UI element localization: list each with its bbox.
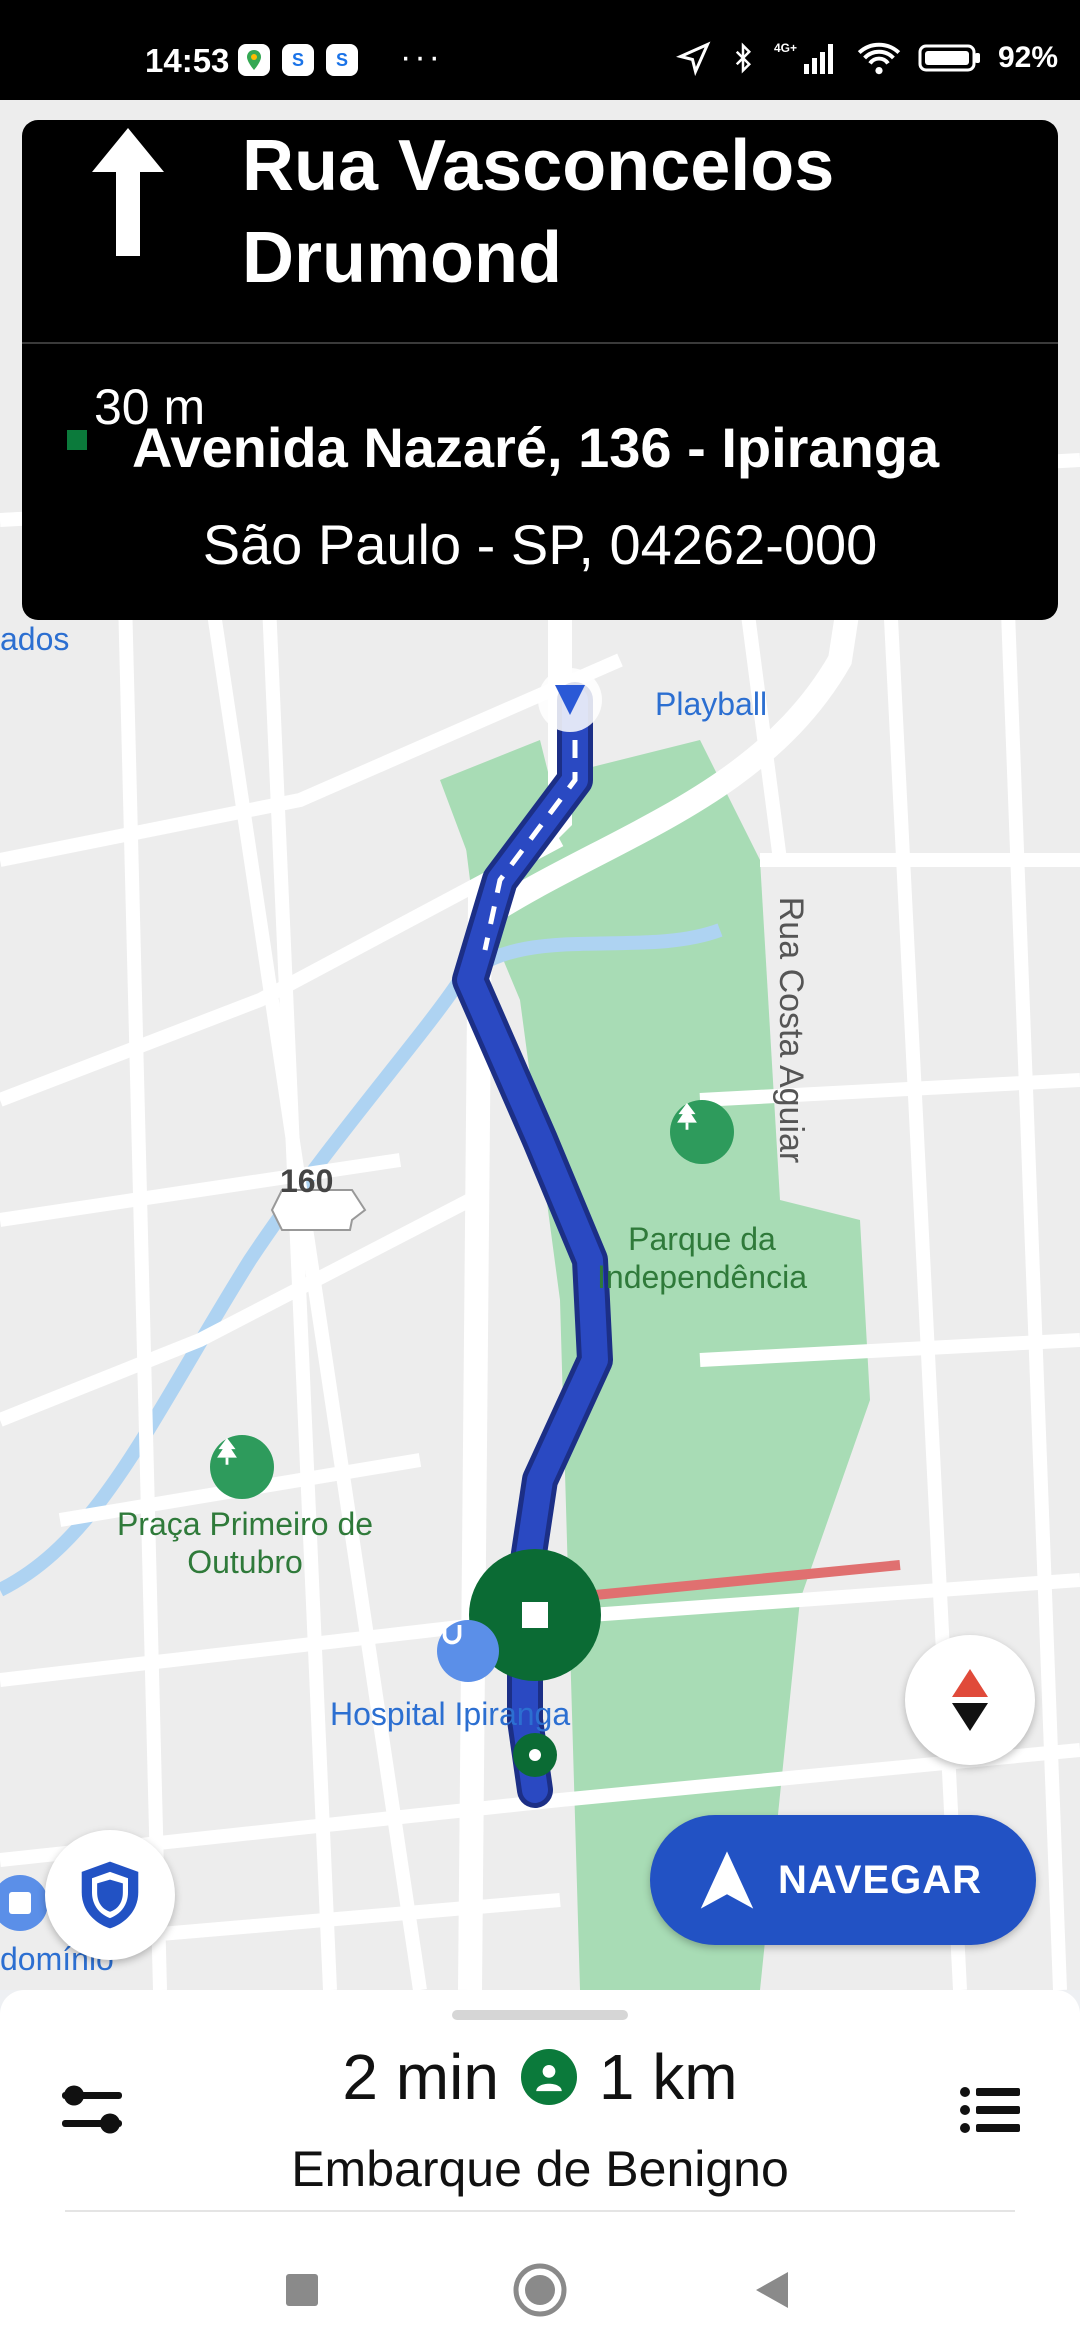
tree-icon: [217, 1437, 237, 1465]
wifi-icon: [857, 42, 901, 75]
signal-icon: 4G+: [774, 41, 833, 74]
square-icon: [286, 2274, 318, 2306]
home-button[interactable]: [500, 2250, 580, 2330]
system-status-icons: 4G+ 92%: [675, 40, 1058, 76]
trip-time: 2 min: [342, 2041, 499, 2113]
maps-app-icon: [238, 44, 270, 76]
more-notifications-icon: ···: [400, 38, 443, 76]
sheet-handle[interactable]: [452, 2010, 628, 2020]
navigation-instruction-card[interactable]: 30 m Rua Vasconcelos Drumond Avenida Naz…: [22, 120, 1058, 620]
card-divider: [22, 342, 1058, 344]
partial-label-top: ados: [0, 621, 70, 657]
pickup-label: Embarque de Benigno: [291, 2141, 789, 2197]
tree-icon: [677, 1102, 697, 1130]
hospital-icon: [442, 1625, 462, 1645]
recents-button[interactable]: [262, 2250, 342, 2330]
battery-icon: [918, 44, 980, 72]
trip-distance: 1 km: [598, 2041, 738, 2113]
trip-list-button[interactable]: [950, 2070, 1030, 2150]
parque-label[interactable]: Parque da Independência: [582, 1220, 822, 1296]
rider-icon: [520, 2049, 577, 2105]
destination-city: São Paulo - SP, 04262-000: [202, 513, 878, 576]
back-button[interactable]: [732, 2250, 812, 2330]
playball-label[interactable]: Playball: [655, 685, 767, 723]
navegar-label: NAVEGAR: [778, 1857, 983, 1902]
svg-text:4G+: 4G+: [774, 41, 797, 55]
praca-label[interactable]: Praça Primeiro de Outubro: [115, 1505, 375, 1581]
back-triangle-icon: [756, 2272, 788, 2308]
compass-button[interactable]: [905, 1635, 1035, 1765]
list-icon: [960, 2087, 1020, 2133]
sheet-divider: [65, 2210, 1015, 2212]
safety-shield-button[interactable]: [45, 1830, 175, 1960]
parque-pin[interactable]: [670, 1100, 734, 1164]
battery-percentage: 92%: [997, 41, 1058, 74]
destination-address: Avenida Nazaré, 136 - Ipiranga: [132, 416, 940, 479]
status-time: 14:53: [145, 42, 230, 79]
compass-icon: [952, 1669, 988, 1731]
bluetooth-icon: [735, 42, 751, 74]
maneuver-street: Rua Vasconcelos Drumond: [242, 126, 835, 298]
shield-icon: [81, 1861, 139, 1929]
destination-square-icon: [67, 430, 87, 450]
trip-summary: 2 min 1 km: [0, 2040, 1080, 2114]
system-navigation-bar: [0, 2240, 1080, 2340]
navegar-button[interactable]: NAVEGAR: [650, 1815, 1036, 1945]
straight-arrow-icon: [92, 128, 164, 256]
praca-pin[interactable]: [210, 1435, 274, 1499]
status-bar: 14:53 S S ··· 4G+ 92%: [0, 0, 1080, 100]
hospital-pin[interactable]: [437, 1620, 499, 1682]
notification-icons: S S: [238, 44, 358, 76]
carrier-app-icon: S: [282, 44, 314, 76]
carrier-app-icon-2: S: [326, 44, 358, 76]
route-160-label: 160: [280, 1163, 334, 1199]
home-circle-icon: [513, 2263, 567, 2317]
location-icon: [675, 41, 711, 76]
hospital-label[interactable]: Hospital Ipiranga: [330, 1695, 570, 1733]
rua-costa-aguiar-label: Rua Costa Aguiar: [772, 896, 810, 1164]
navigation-arrow-icon: [700, 1851, 754, 1909]
